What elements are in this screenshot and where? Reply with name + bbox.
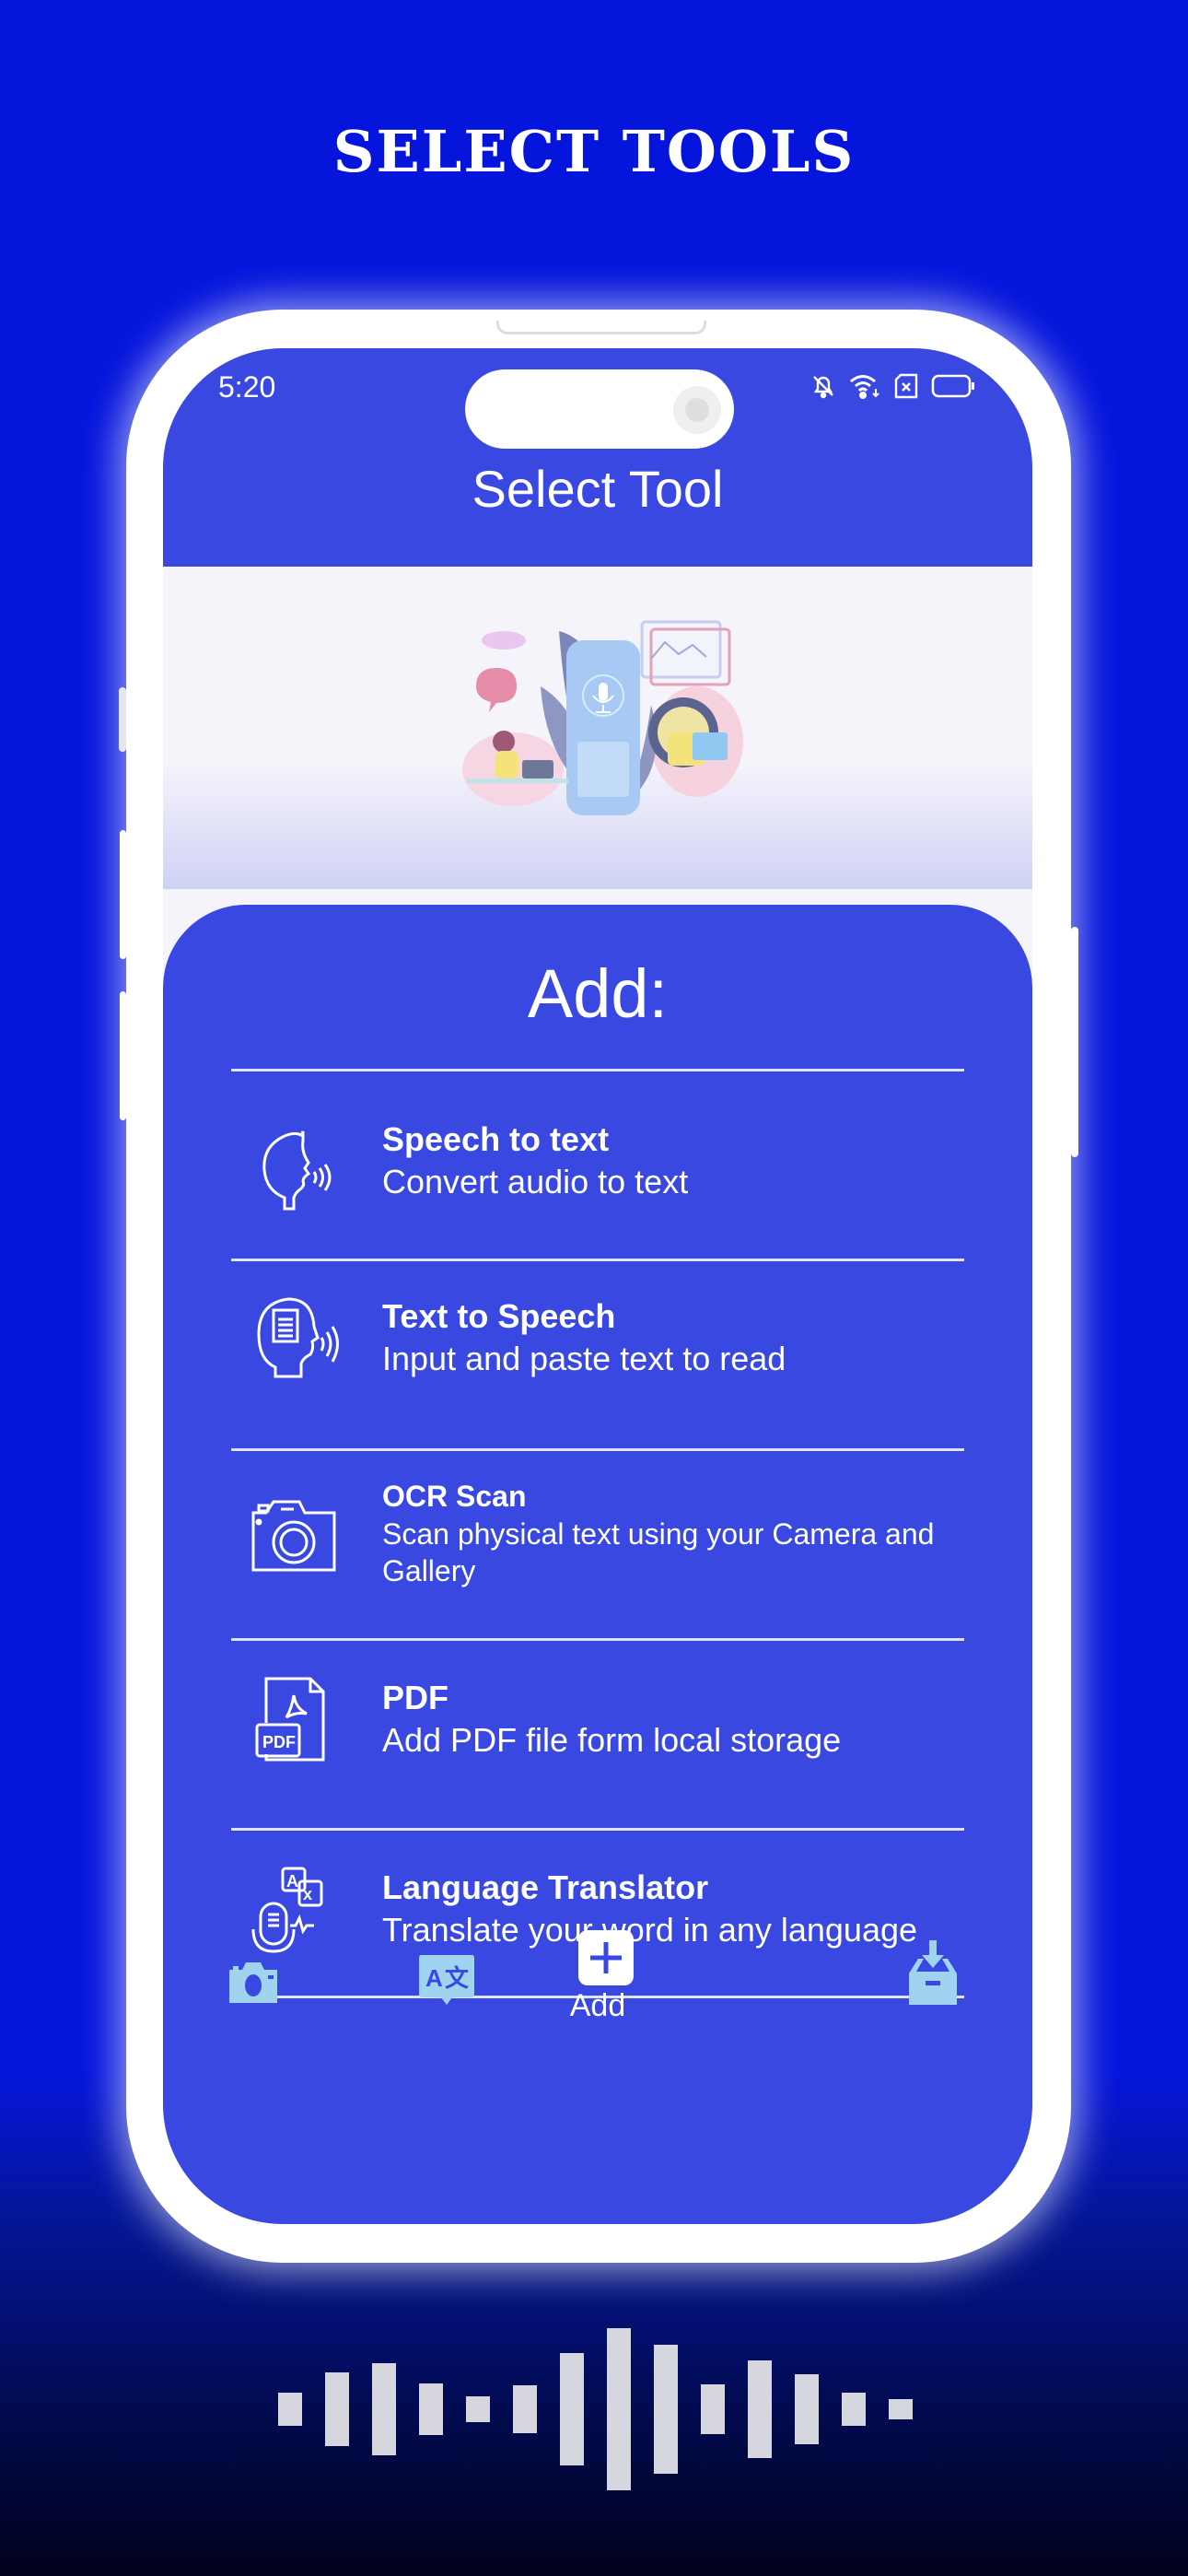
pdf-file-icon: PDF <box>255 1677 325 1762</box>
waveform-bar <box>560 2353 584 2465</box>
wifi-icon <box>850 375 879 399</box>
nav-camera[interactable] <box>227 1955 279 2007</box>
tool-name: PDF <box>382 1679 448 1716</box>
nav-translate[interactable]: A 文 <box>417 1953 476 2010</box>
tool-description: Convert audio to text <box>382 1163 689 1200</box>
phone-volume-up <box>120 830 126 959</box>
status-icons <box>811 372 975 400</box>
waveform-bar <box>325 2372 349 2446</box>
camera-icon <box>229 1962 277 2003</box>
tool-name: Text to Speech <box>382 1297 616 1335</box>
tool-ocr-scan[interactable]: OCR Scan Scan physical text using your C… <box>231 1452 964 1636</box>
voice-assistant-illustration <box>462 620 743 815</box>
sim-missing-icon <box>894 373 918 399</box>
waveform-bar <box>748 2360 772 2458</box>
tool-speech-to-text[interactable]: Speech to text Convert audio to text <box>231 1089 964 1255</box>
phone-power-button <box>1071 927 1078 1157</box>
nav-add-label: Add <box>569 1988 626 2023</box>
tool-name: OCR Scan <box>382 1480 527 1513</box>
divider <box>231 1638 964 1641</box>
tool-name: Speech to text <box>382 1120 610 1158</box>
sheet-title: Add: <box>527 955 669 1032</box>
inbox-download-icon <box>909 1940 957 2005</box>
phone-speaker <box>496 321 706 334</box>
tool-name: Language Translator <box>382 1868 709 1906</box>
tool-text: OCR Scan Scan physical text using your C… <box>382 1480 964 1589</box>
tool-pdf[interactable]: PDF PDF Add PDF file form local storage <box>231 1642 964 1826</box>
tool-text: PDF Add PDF file form local storage <box>382 1679 964 1760</box>
tool-text: Text to Speech Input and paste text to r… <box>382 1297 964 1378</box>
phone-mute-switch <box>119 687 126 752</box>
phone-volume-down <box>120 991 126 1120</box>
svg-text:A: A <box>425 1964 443 1992</box>
status-time: 5:20 <box>218 370 276 404</box>
svg-text:A: A <box>286 1872 298 1891</box>
svg-text:PDF: PDF <box>262 1733 296 1751</box>
translate-icon: A 文 <box>419 1955 474 2005</box>
waveform-bar <box>889 2398 913 2420</box>
phone-screen: 5:20 Select Tool Add: Speech to text Con… <box>163 348 1032 2224</box>
waveform-bar <box>419 2383 443 2436</box>
waveform-bar <box>607 2328 631 2490</box>
nav-inbox[interactable] <box>907 1940 959 2005</box>
head-document-icon <box>257 1297 339 1378</box>
waveform-bar <box>842 2392 866 2427</box>
page-title: Select Tool <box>472 460 724 518</box>
app-bar: 5:20 Select Tool <box>163 348 1032 567</box>
nav-add[interactable]: Add <box>550 1929 646 2040</box>
tool-text-to-speech[interactable]: Text to Speech Input and paste text to r… <box>231 1262 964 1446</box>
waveform-bar <box>372 2362 396 2456</box>
divider <box>231 1828 964 1831</box>
svg-text:文: 文 <box>445 1964 470 1993</box>
hero-section <box>163 567 1032 889</box>
waveform-bar <box>701 2383 725 2435</box>
divider <box>231 1448 964 1451</box>
bell-off-icon <box>813 376 833 399</box>
tool-text: Speech to text Convert audio to text <box>382 1120 964 1201</box>
audio-waveform-decoration <box>0 2303 1188 2515</box>
waveform-bar <box>513 2385 537 2433</box>
battery-icon <box>931 374 974 398</box>
waveform-bar <box>278 2393 302 2426</box>
divider <box>231 1259 964 1261</box>
front-camera <box>673 386 721 434</box>
waveform-bar <box>466 2395 490 2423</box>
add-icon <box>578 1930 634 1985</box>
divider <box>231 1069 964 1071</box>
waveform-bar <box>654 2345 678 2474</box>
svg-text:x: x <box>303 1885 312 1903</box>
phone-frame: 5:20 Select Tool Add: Speech to text Con… <box>119 310 1078 2263</box>
tool-description: Input and paste text to read <box>382 1340 786 1377</box>
dynamic-island <box>465 369 734 449</box>
waveform-bar <box>795 2374 819 2444</box>
speaking-head-icon <box>262 1130 332 1211</box>
promo-title: SELECT TOOLS <box>332 118 856 185</box>
tool-description: Add PDF file form local storage <box>382 1721 842 1759</box>
bottom-nav: A 文 Add <box>163 1905 1032 2034</box>
tool-description: Scan physical text using your Camera and… <box>382 1517 935 1587</box>
camera-icon <box>251 1500 336 1572</box>
